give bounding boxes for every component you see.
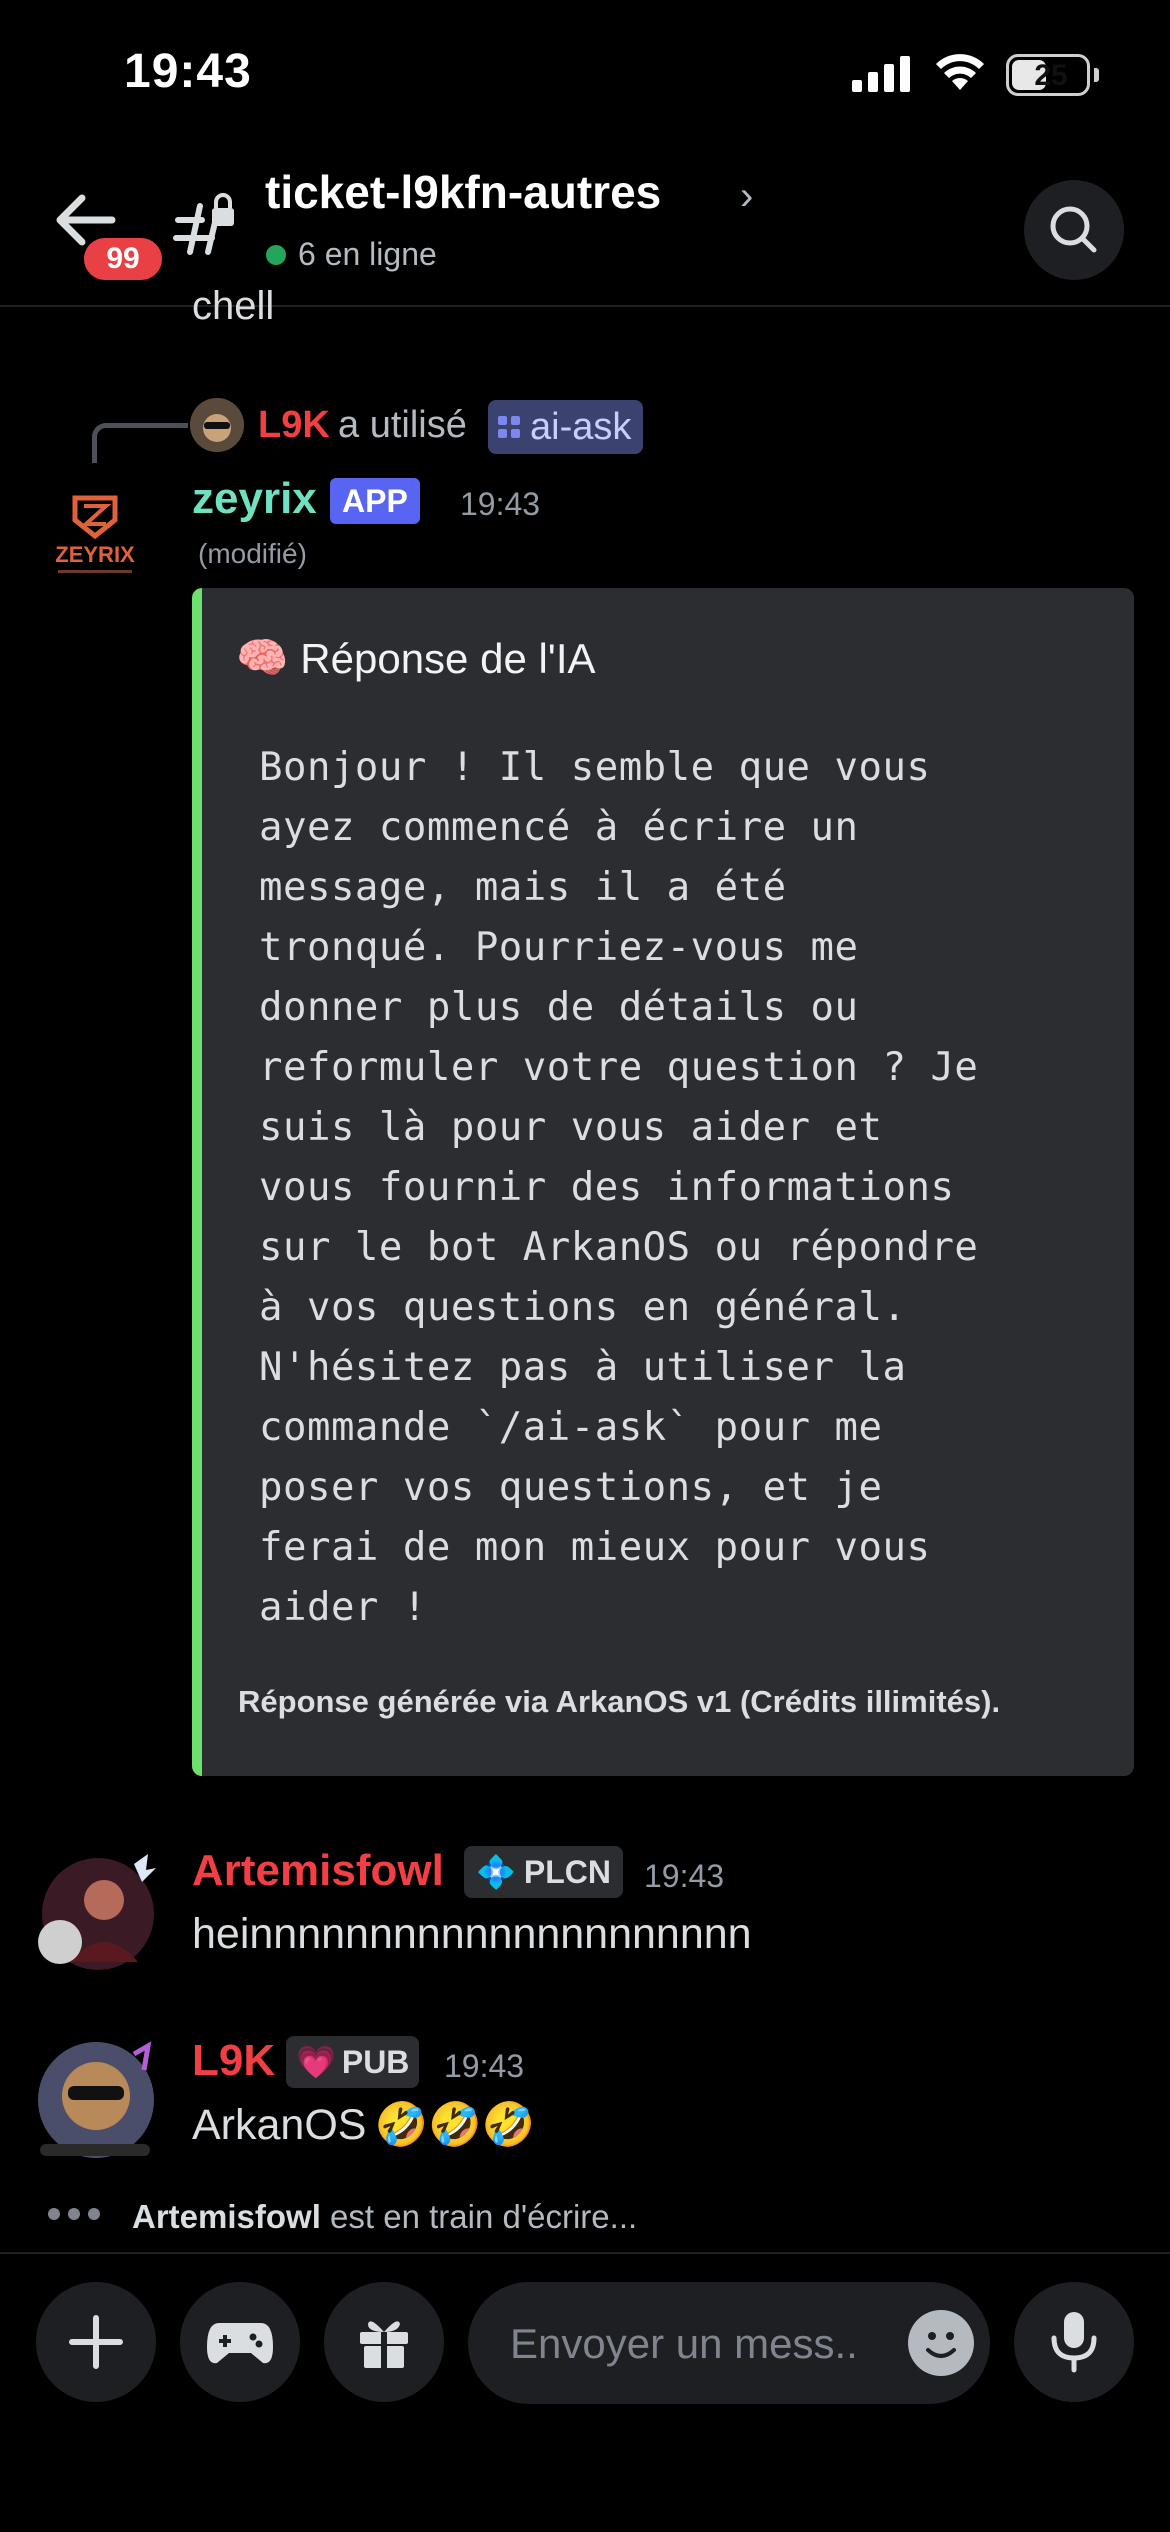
message-author[interactable]: L9K — [192, 2036, 275, 2086]
embed-body: Bonjour ! Il semble que vous ayez commen… — [259, 745, 979, 1630]
composer-divider — [0, 2252, 1170, 2254]
app-grid-icon — [498, 416, 520, 438]
search-button[interactable] — [1024, 180, 1124, 280]
microphone-icon — [1051, 2312, 1097, 2373]
embed-footer: Réponse générée via ArkanOS v1 (Crédits … — [238, 1684, 1001, 1719]
heart-icon: 💗 — [296, 2044, 336, 2080]
search-icon — [1050, 206, 1097, 253]
guild-tag: 💗 PUB — [286, 2036, 420, 2088]
guild-tag-text: PUB — [341, 2043, 410, 2080]
reply-connector — [92, 423, 188, 463]
cellular-signal-icon — [852, 56, 910, 92]
avatar[interactable] — [30, 1852, 160, 1972]
message-text-content: ArkanOS — [192, 2100, 367, 2149]
guild-tag-text: PLCN — [523, 1853, 611, 1890]
message-text: heinnnnnnnnnnnnnnnnnnnnn — [192, 1910, 752, 1958]
gift-button[interactable] — [324, 2282, 444, 2402]
typing-dots-icon — [48, 2208, 100, 2220]
embed-title-text: Réponse de l'IA — [300, 634, 596, 682]
voice-message-button[interactable] — [1014, 2282, 1134, 2402]
wifi-icon — [936, 54, 984, 90]
gift-icon — [360, 2321, 408, 2368]
avatar[interactable] — [30, 2040, 160, 2165]
embed-accent-bar — [192, 588, 202, 1776]
input-placeholder: Envoyer un mess.. — [510, 2320, 858, 2367]
brain-icon: 🧠 — [236, 634, 289, 681]
chevron-right-icon[interactable]: › — [740, 174, 753, 219]
guild-tag-icon: 💠 — [476, 1854, 516, 1890]
typing-label: est en train d'écrire... — [330, 2198, 638, 2235]
private-channel-icon — [173, 193, 234, 255]
smiley-icon — [926, 2332, 956, 2358]
message-timestamp: 19:43 — [644, 1858, 725, 1894]
battery-level: 25 — [1034, 59, 1068, 92]
activities-button[interactable] — [180, 2282, 300, 2402]
typing-user: Artemisfowl — [132, 2198, 321, 2235]
bot-username[interactable]: zeyrix — [192, 474, 317, 524]
reply-username[interactable]: L9K — [258, 404, 330, 447]
typing-indicator: Artemisfowl est en train d'écrire... — [132, 2198, 637, 2236]
app-tag: APP — [330, 478, 420, 524]
edited-label: (modifié) — [198, 538, 307, 569]
online-count: 6 en ligne — [298, 236, 437, 272]
ai-response-embed: 🧠 Réponse de l'IA Bonjour ! Il semble qu… — [192, 588, 1134, 1776]
command-name: ai-ask — [530, 405, 632, 448]
gamepad-icon — [207, 2323, 273, 2364]
online-status-dot — [266, 245, 286, 265]
embed-title: 🧠 Réponse de l'IA — [236, 634, 596, 683]
reply-avatar[interactable] — [190, 398, 244, 452]
plus-icon — [69, 2315, 123, 2369]
guild-tag: 💠 PLCN — [464, 1846, 623, 1898]
bot-avatar[interactable]: ZEYRIX — [40, 490, 150, 590]
slash-command-chip[interactable]: ai-ask — [488, 400, 644, 454]
message-input[interactable]: Envoyer un mess.. — [468, 2282, 990, 2404]
message-timestamp: 19:43 — [444, 2048, 525, 2084]
status-time: 19:43 — [124, 45, 252, 98]
battery-nub — [1094, 68, 1099, 82]
message-text: ArkanOS 🤣🤣🤣 — [192, 2100, 535, 2150]
add-attachment-button[interactable] — [36, 2282, 156, 2402]
previous-message-fragment: chell — [192, 284, 275, 324]
reply-used-text: a utilisé — [338, 404, 467, 446]
battery-icon: 25 — [1006, 54, 1090, 96]
message-author[interactable]: Artemisfowl — [192, 1846, 444, 1896]
bot-avatar-logo-text: ZEYRIX — [55, 542, 135, 567]
header-divider — [0, 305, 1170, 307]
laughing-emoji-icon: 🤣🤣🤣 — [374, 2101, 536, 2149]
bot-timestamp: 19:43 — [460, 486, 541, 522]
unread-badge: 99 — [80, 234, 166, 284]
channel-name[interactable]: ticket-l9kfn-autres — [265, 165, 661, 219]
emoji-button[interactable] — [908, 2310, 974, 2376]
